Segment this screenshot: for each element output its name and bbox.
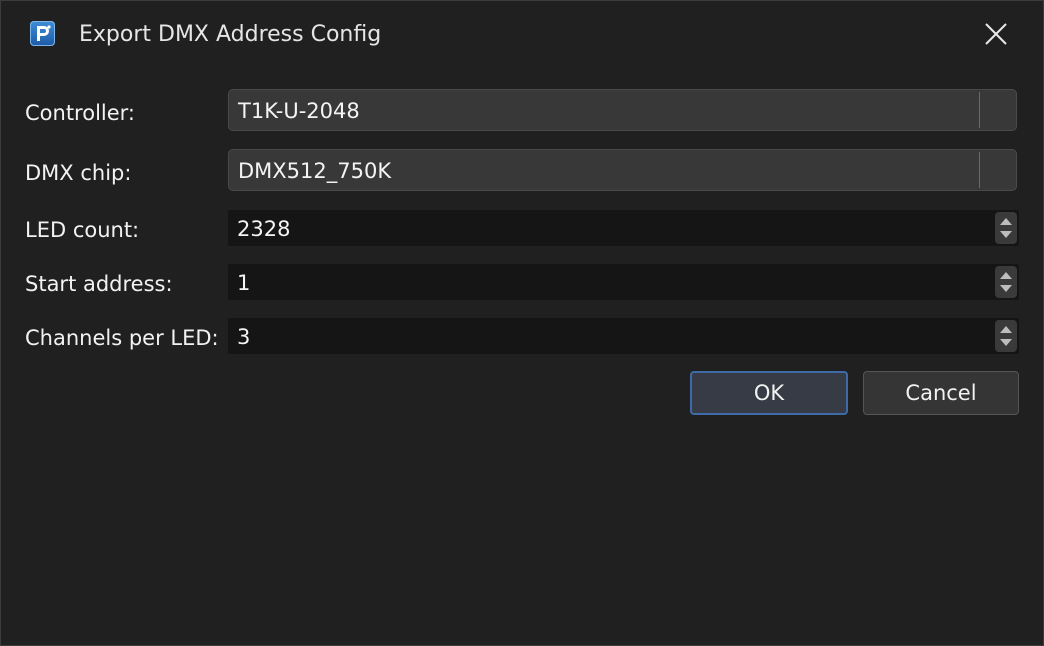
- ok-button[interactable]: OK: [690, 371, 848, 415]
- app-logo-icon: [30, 21, 55, 46]
- led-count-spinbox[interactable]: 2328: [228, 210, 1019, 246]
- spin-arrows-icon[interactable]: [995, 320, 1017, 352]
- close-button[interactable]: [967, 1, 1025, 67]
- close-icon: [985, 23, 1007, 45]
- led-count-label: LED count:: [25, 218, 140, 242]
- controller-value: T1K-U-2048: [238, 99, 360, 123]
- channels-per-led-value: 3: [237, 325, 251, 349]
- dmx-chip-combobox[interactable]: DMX512_750K: [228, 149, 1017, 191]
- combo-divider: [979, 152, 980, 188]
- controller-label: Controller:: [25, 101, 136, 125]
- channels-per-led-label: Channels per LED:: [25, 326, 219, 350]
- spin-arrows-icon[interactable]: [995, 266, 1017, 298]
- dmx-chip-label: DMX chip:: [25, 161, 132, 185]
- export-dmx-dialog: Export DMX Address Config Controller: T1…: [0, 0, 1044, 646]
- combo-divider: [979, 92, 980, 128]
- led-count-value: 2328: [237, 217, 291, 241]
- start-address-label: Start address:: [25, 272, 173, 296]
- window-title: Export DMX Address Config: [79, 22, 382, 47]
- channels-per-led-spinbox[interactable]: 3: [228, 318, 1019, 354]
- spin-arrows-icon[interactable]: [995, 212, 1017, 244]
- start-address-value: 1: [237, 271, 251, 295]
- cancel-button[interactable]: Cancel: [863, 371, 1019, 415]
- start-address-spinbox[interactable]: 1: [228, 264, 1019, 300]
- controller-combobox[interactable]: T1K-U-2048: [228, 89, 1017, 131]
- dmx-chip-value: DMX512_750K: [238, 159, 392, 183]
- title-bar: Export DMX Address Config: [1, 1, 1043, 69]
